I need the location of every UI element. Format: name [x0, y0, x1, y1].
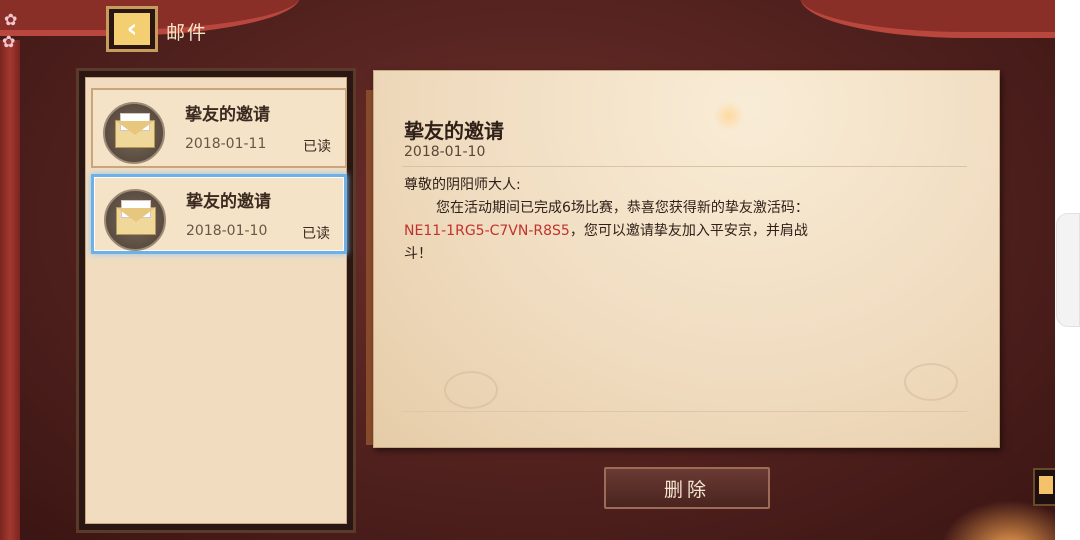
roof-decoration-right [800, 0, 1055, 38]
mail-item-date: 2018-01-10 [186, 223, 268, 239]
pillar-decoration [0, 40, 20, 540]
game-scene: ✿ ✿ ‹ 邮件 挚友的邀请 2018-01-11 已读 挚友的邀请 2018-… [0, 0, 1055, 540]
delete-button[interactable]: 删除 [604, 467, 770, 509]
title-bar: ‹ 邮件 [106, 6, 236, 54]
mail-item-status: 已读 [302, 226, 330, 242]
letter-date: 2018-01-10 [404, 144, 486, 160]
mail-list: 挚友的邀请 2018-01-11 已读 挚友的邀请 2018-01-10 已读 [85, 77, 347, 524]
mail-list-item-selected[interactable]: 挚友的邀请 2018-01-10 已读 [91, 174, 347, 254]
letter-line: 您在活动期间已完成6场比赛，恭喜您获得新的挚友激活码： [436, 200, 809, 216]
mail-list-panel: 挚友的邀请 2018-01-11 已读 挚友的邀请 2018-01-10 已读 [76, 68, 356, 533]
back-button[interactable]: ‹ [106, 6, 158, 52]
letter-body: 尊敬的阴阳师大人: 您在活动期间已完成6场比赛，恭喜您获得新的挚友激活码： NE… [404, 174, 924, 266]
lantern-icon [1033, 468, 1055, 506]
letter-title: 挚友的邀请 [404, 119, 504, 143]
envelope-icon [104, 189, 166, 251]
chevron-left-icon: ‹ [114, 13, 150, 45]
blossom-icon: ✿ [4, 10, 18, 29]
letter-content: 挚友的邀请 2018-01-10 尊敬的阴阳师大人: 您在活动期间已完成6场比赛… [373, 70, 1000, 448]
letter-line-text: ，您可以邀请挚友加入平安京，并肩战 [569, 223, 808, 239]
side-tab[interactable] [1056, 213, 1080, 327]
mail-item-status: 已读 [303, 139, 331, 155]
mail-item-title: 挚友的邀请 [186, 192, 271, 212]
mail-item-title: 挚友的邀请 [185, 105, 270, 125]
envelope-icon [103, 102, 165, 164]
page-title: 邮件 [166, 22, 209, 44]
divider [402, 166, 967, 167]
light-glow [714, 101, 744, 131]
cloud-pattern [904, 363, 958, 401]
blossom-icon: ✿ [2, 32, 16, 51]
letter-line: 斗！ [404, 246, 432, 262]
side-panel-strip [1055, 0, 1080, 540]
activation-code[interactable]: NE11-1RG5-C7VN-R8S5 [404, 223, 570, 239]
letter-line: NE11-1RG5-C7VN-R8S5，您可以邀请挚友加入平安京，并肩战 [404, 220, 924, 243]
divider [402, 411, 967, 412]
mail-list-item[interactable]: 挚友的邀请 2018-01-11 已读 [91, 88, 347, 168]
letter-greeting: 尊敬的阴阳师大人: [404, 177, 521, 193]
floor-glow [940, 500, 1055, 540]
cloud-pattern [444, 371, 498, 409]
mail-item-date: 2018-01-11 [185, 136, 267, 152]
